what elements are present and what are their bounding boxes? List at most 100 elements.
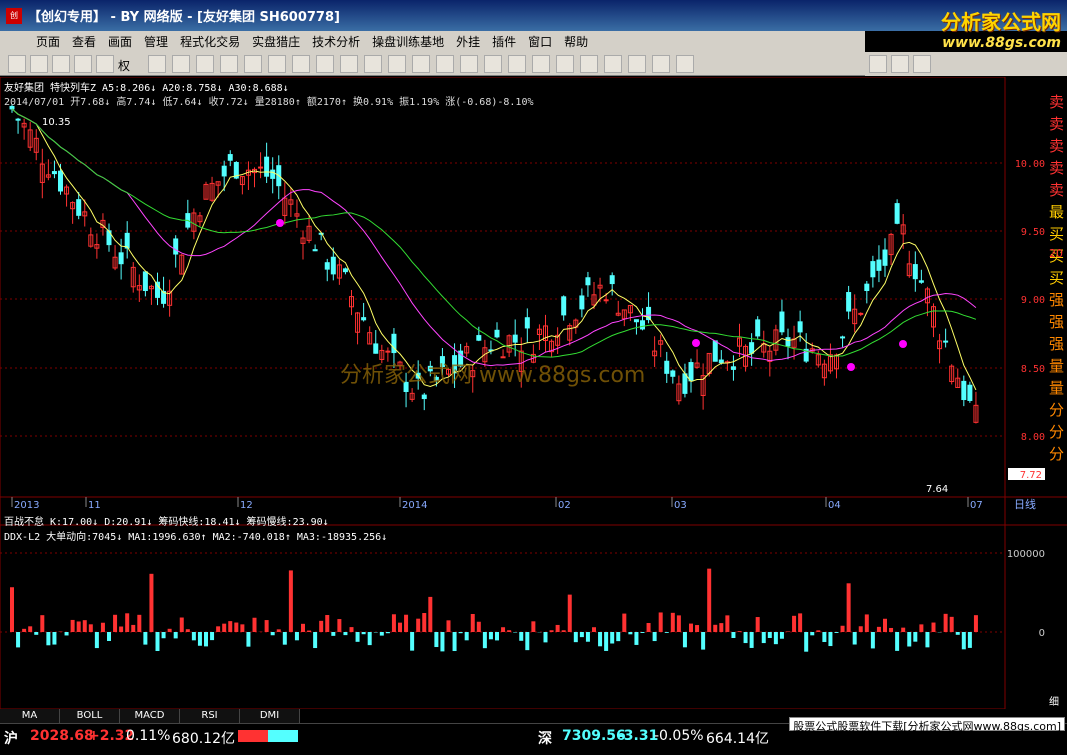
- ddx-bar: [701, 632, 706, 650]
- toolbar-button-23[interactable]: [580, 55, 598, 73]
- toolbar-button-26[interactable]: [652, 55, 670, 73]
- toolbar-button-9[interactable]: [244, 55, 262, 73]
- ddx-bar: [919, 624, 924, 632]
- candle-body: [961, 380, 967, 401]
- menu-item-1[interactable]: 查看: [66, 33, 102, 50]
- menu-item-0[interactable]: 页面: [30, 33, 66, 50]
- ddx-bar: [943, 613, 948, 632]
- toolbar-button-7[interactable]: [196, 55, 214, 73]
- price-header-2: 2014/07/01 开7.68↓ 高7.74↓ 低7.64↓ 收7.72↓ 量…: [4, 97, 534, 108]
- toolbar-button-24[interactable]: [604, 55, 622, 73]
- toolbar-button-16[interactable]: [412, 55, 430, 73]
- ddx-bar: [707, 568, 712, 632]
- toolbar-button-25[interactable]: [628, 55, 646, 73]
- toolbar-button-3[interactable]: [74, 55, 92, 73]
- menu-item-8[interactable]: 外挂: [450, 33, 486, 50]
- ddx-bar: [640, 632, 645, 633]
- toolbar-button-4[interactable]: [96, 55, 114, 73]
- menu-item-7[interactable]: 操盘训练基地: [366, 33, 450, 50]
- time-label: 02: [558, 500, 571, 511]
- signal-dot: [692, 339, 700, 347]
- candle-body: [670, 370, 676, 377]
- menu-item-5[interactable]: 实盘猎庄: [246, 33, 306, 50]
- ddx-bar: [816, 630, 821, 632]
- candle-body: [361, 317, 367, 321]
- candle-body: [785, 337, 791, 347]
- toolbar-button-20[interactable]: [508, 55, 526, 73]
- toolbar-button-6[interactable]: [172, 55, 190, 73]
- low-price-label: 7.64: [926, 484, 948, 495]
- toolbar-button-8[interactable]: [220, 55, 238, 73]
- candle-body: [967, 384, 973, 401]
- toolbar-button-18[interactable]: [460, 55, 478, 73]
- signal-label: 卖: [1049, 181, 1064, 199]
- ddx-bar: [385, 632, 390, 634]
- ddx-bar: [664, 632, 669, 633]
- tab-rsi[interactable]: RSI: [180, 709, 240, 723]
- high-price-label: 10.35: [42, 117, 71, 128]
- ddx-bar: [161, 632, 166, 639]
- tab-ma[interactable]: MA: [0, 709, 60, 723]
- time-label: 2014: [402, 500, 427, 511]
- toolbar-button-17[interactable]: [436, 55, 454, 73]
- tab-boll[interactable]: BOLL: [60, 709, 120, 723]
- toolbar-right-button-2[interactable]: [913, 55, 931, 73]
- toolbar-button-15[interactable]: [388, 55, 406, 73]
- ddx-bar: [725, 615, 730, 632]
- ddx-bar: [76, 621, 81, 632]
- menu-item-11[interactable]: 帮助: [558, 33, 594, 50]
- chart-area[interactable]: 10.00 9.50 9.00 8.50 8.00 卖卖卖卖卖最买买买强强强量量分分分 10…: [0, 77, 1067, 709]
- toolbar-button-1[interactable]: [30, 55, 48, 73]
- toolbar-button-27[interactable]: [676, 55, 694, 73]
- ddx-bar: [100, 622, 105, 632]
- toolbar-button-10[interactable]: [268, 55, 286, 73]
- signal-label: 分: [1049, 401, 1064, 419]
- menu-item-2[interactable]: 画面: [102, 33, 138, 50]
- candle-body: [858, 312, 864, 315]
- ddx-bar: [349, 627, 354, 632]
- ddx-bar: [464, 632, 469, 641]
- toolbar-button-5[interactable]: [148, 55, 166, 73]
- signal-label: 分: [1049, 423, 1064, 441]
- ddx-bar: [495, 632, 499, 641]
- y-tick-label: 8.50: [1021, 364, 1045, 375]
- signal-dot: [276, 219, 284, 227]
- menu-item-9[interactable]: 插件: [486, 33, 522, 50]
- ddx-bar: [652, 632, 657, 642]
- app-logo-icon[interactable]: 创: [6, 7, 22, 24]
- toolbar-right-button-0[interactable]: [869, 55, 887, 73]
- menu-item-6[interactable]: 技术分析: [306, 33, 366, 50]
- menu-item-3[interactable]: 管理: [138, 33, 174, 50]
- toolbar-right-button-1[interactable]: [891, 55, 909, 73]
- toolbar-button-21[interactable]: [532, 55, 550, 73]
- toolbar-button-13[interactable]: [340, 55, 358, 73]
- menu-item-4[interactable]: 程式化交易: [174, 33, 246, 50]
- sh-pct: 0.11%: [126, 728, 171, 744]
- toolbar-button-14[interactable]: [364, 55, 382, 73]
- menu-item-10[interactable]: 窗口: [522, 33, 558, 50]
- toolbar-button-12[interactable]: [316, 55, 334, 73]
- toolbar-button-11[interactable]: [292, 55, 310, 73]
- price-chart[interactable]: 10.009.509.008.508.00卖卖卖卖卖最买买买强强强量量分分分10…: [0, 77, 1067, 709]
- sz-pct: -0.05%: [654, 728, 704, 744]
- footer-ad[interactable]: 股票公式股票软件下载[分析家公式网www.88gs.com]: [789, 717, 1065, 733]
- tab-dmi[interactable]: DMI: [240, 709, 300, 723]
- toolbar-button-2[interactable]: [52, 55, 70, 73]
- ddx-bar: [307, 630, 312, 632]
- candle-body: [330, 256, 336, 275]
- tab-macd[interactable]: MACD: [120, 709, 180, 723]
- quan-button[interactable]: 权: [118, 57, 130, 74]
- candle-body: [385, 350, 391, 353]
- candle-body: [943, 340, 949, 343]
- toolbar-button-19[interactable]: [484, 55, 502, 73]
- candle-body: [633, 319, 639, 323]
- toolbar-button-0[interactable]: [8, 55, 26, 73]
- ddx-bar: [319, 620, 324, 632]
- toolbar-button-22[interactable]: [556, 55, 574, 73]
- ddx-bar: [967, 632, 972, 648]
- ddx-bar: [931, 622, 936, 632]
- ddx-bar: [179, 617, 184, 632]
- candle-body: [258, 166, 264, 169]
- ddx-bar: [579, 632, 584, 638]
- signal-label: 强: [1049, 313, 1064, 331]
